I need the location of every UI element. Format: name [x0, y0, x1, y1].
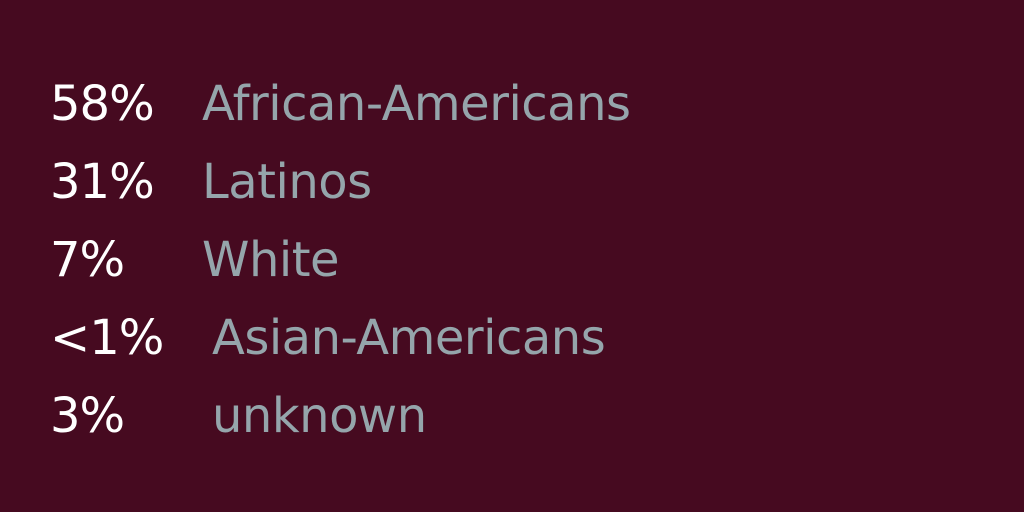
group-label: White — [202, 232, 340, 288]
group-label: African-Americans — [202, 76, 631, 132]
group-label: Latinos — [202, 154, 372, 210]
group-label: unknown — [212, 388, 427, 444]
percent-value: 31% — [50, 154, 155, 210]
group-label: Asian-Americans — [212, 310, 606, 366]
percent-value: 3% — [50, 388, 125, 444]
percent-value: 7% — [50, 232, 125, 288]
percent-value: 58% — [50, 76, 155, 132]
percent-value: <1% — [50, 310, 164, 366]
breakdown-graphic: 58% African-Americans 31% Latinos 7% Whi… — [0, 0, 1024, 512]
